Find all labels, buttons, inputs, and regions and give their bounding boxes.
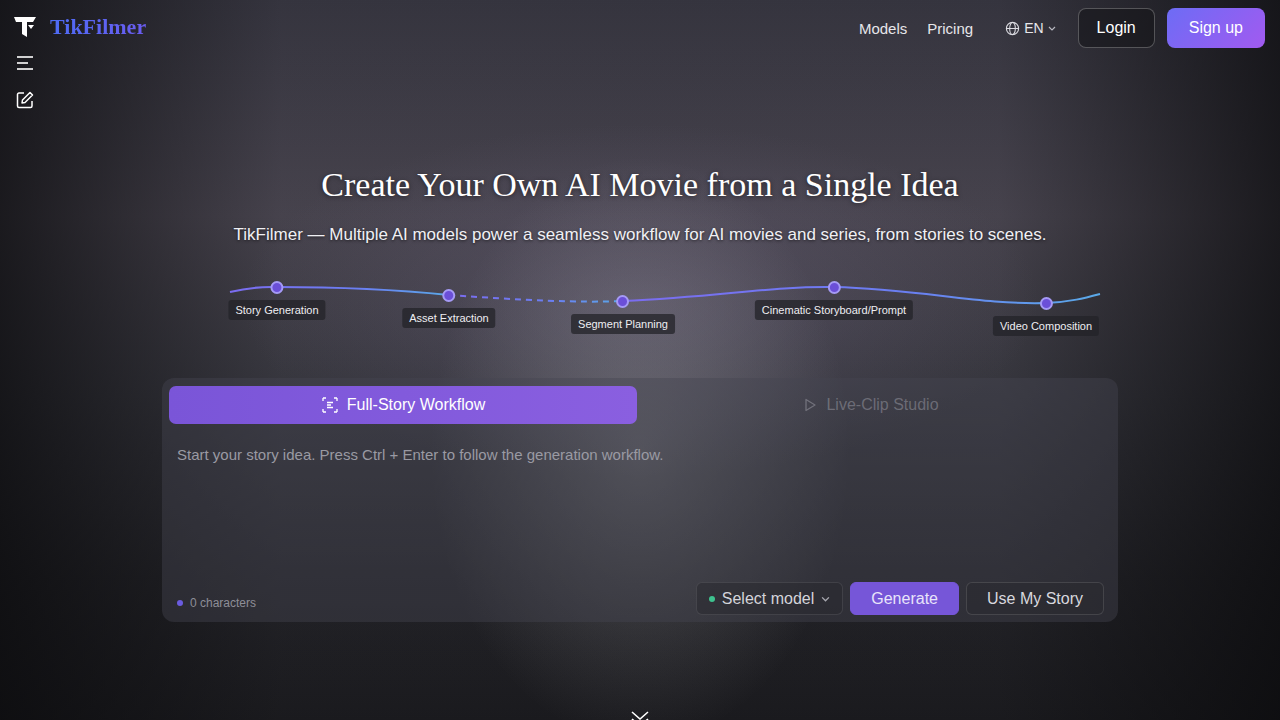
model-select-label: Select model (722, 590, 815, 608)
side-rail (15, 53, 35, 110)
workflow-step: Asset Extraction (402, 289, 495, 328)
mode-tab[interactable]: Full-Story Workflow (169, 386, 637, 424)
step-dot (1039, 297, 1052, 310)
workflow-icon (321, 396, 339, 414)
step-label: Asset Extraction (402, 308, 495, 328)
step-label: Video Composition (993, 316, 1099, 336)
hero-title: Create Your Own AI Movie from a Single I… (321, 165, 958, 205)
mode-tabs: Full-Story Workflow Live-Clip Studio (169, 386, 1104, 424)
tab-label: Full-Story Workflow (347, 396, 485, 414)
signup-button[interactable]: Sign up (1167, 8, 1265, 48)
model-status-dot (709, 596, 715, 602)
hero-subtitle: TikFilmer — Multiple AI models power a s… (234, 224, 1047, 246)
chevron-icon (821, 594, 830, 603)
top-bar: TikFilmer Models Pricing EN Login Sign up (0, 0, 1280, 56)
workflow-diagram: Story Generation Asset Extraction Segmen… (0, 270, 1280, 340)
character-count: 0 characters (177, 588, 256, 610)
login-button[interactable]: Login (1078, 8, 1155, 48)
edit-icon[interactable] (15, 90, 35, 110)
step-label: Story Generation (228, 300, 325, 320)
main-nav: Models Pricing EN Login Sign up (859, 8, 1265, 48)
action-buttons: Select model GenerateUse My Story (696, 582, 1104, 615)
workflow-step: Story Generation (228, 281, 325, 320)
nav-link[interactable]: Pricing (927, 20, 973, 37)
tab-label: Live-Clip Studio (826, 396, 938, 414)
globe-icon (1005, 21, 1020, 36)
language-select[interactable]: EN (1005, 20, 1055, 36)
use-my-story-button[interactable]: Use My Story (966, 582, 1104, 615)
story-composer: Full-Story Workflow Live-Clip Studio 0 c… (162, 378, 1118, 622)
workflow-step: Segment Planning (571, 295, 675, 334)
step-dot (617, 295, 630, 308)
caret-icon (1048, 24, 1056, 32)
step-label: Segment Planning (571, 314, 675, 334)
brand-name: TikFilmer (50, 14, 146, 40)
generate-button[interactable]: Generate (850, 582, 959, 615)
brand-logo[interactable]: TikFilmer (12, 14, 146, 40)
step-dot (828, 281, 841, 294)
workflow-step: Cinematic Storyboard/Prompt (755, 281, 913, 320)
hero: Create Your Own AI Movie from a Single I… (0, 56, 1280, 720)
step-dot (442, 289, 455, 302)
play-icon (802, 397, 818, 413)
step-dot (271, 281, 284, 294)
landing-page: TikFilmer Models Pricing EN Login Sign up… (0, 0, 1280, 720)
language-label: EN (1024, 20, 1043, 36)
menu-icon[interactable] (15, 53, 35, 73)
step-label: Cinematic Storyboard/Prompt (755, 300, 913, 320)
story-input[interactable] (169, 440, 1104, 582)
scroll-down-icon[interactable] (629, 709, 651, 720)
model-select[interactable]: Select model (696, 582, 844, 615)
composer-actions: 0 characters Select model GenerateUse My… (169, 582, 1104, 615)
nav-link[interactable]: Models (859, 20, 907, 37)
count-dot (177, 600, 183, 606)
logo-icon (12, 14, 38, 40)
mode-tab[interactable]: Live-Clip Studio (637, 386, 1104, 424)
workflow-step: Video Composition (993, 297, 1099, 336)
